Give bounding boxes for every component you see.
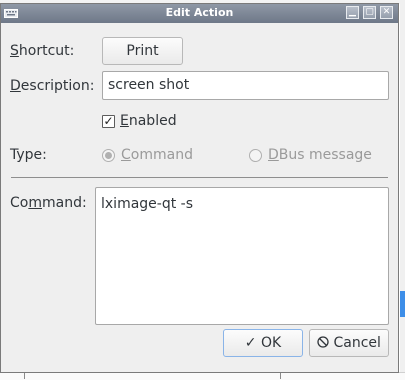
type-label: Type:	[10, 147, 47, 163]
background-window-edge-right	[400, 0, 405, 379]
command-radio-text: ommand	[130, 147, 193, 163]
shortcut-button[interactable]: Print	[102, 37, 183, 65]
description-label-mnemonic: D	[10, 78, 21, 94]
command-label-post: mand:	[41, 195, 87, 211]
enabled-checkbox[interactable]: ✓	[102, 115, 115, 128]
command-label: Command:	[10, 195, 87, 211]
checkmark-icon: ✓	[244, 335, 257, 351]
title-bar[interactable]: Edit Action ▁ ▢ ✕	[1, 4, 398, 23]
ruler-tick	[280, 373, 281, 379]
command-textarea[interactable]: lximage-qt -s	[95, 187, 389, 325]
edit-action-dialog: Edit Action ▁ ▢ ✕ Shortcut: Print Descri…	[0, 3, 399, 373]
background-selection-highlight	[400, 291, 405, 317]
separator	[11, 177, 388, 178]
enabled-label-text: nabled	[128, 113, 177, 129]
cancel-icon	[317, 335, 329, 351]
enabled-label-mnemonic: E	[120, 113, 129, 129]
description-field[interactable]: screen shot	[102, 71, 389, 100]
description-label: Description:	[10, 78, 94, 94]
close-button[interactable]: ✕	[380, 6, 393, 19]
description-label-text: escription:	[20, 78, 95, 94]
ok-button[interactable]: ✓ OK	[223, 329, 303, 357]
minimize-button[interactable]: ▁	[346, 6, 359, 19]
dbus-message-radio-label[interactable]: DBus message	[268, 147, 372, 163]
shortcut-label-text: hortcut:	[18, 43, 75, 59]
ruler-tick	[24, 373, 25, 379]
maximize-button[interactable]: ▢	[363, 6, 376, 19]
cancel-button[interactable]: Cancel	[309, 329, 389, 357]
dbus-message-radio[interactable]	[249, 149, 262, 162]
cancel-button-label: Cancel	[333, 335, 381, 351]
command-radio-label[interactable]: Command	[121, 147, 193, 163]
command-radio[interactable]	[102, 149, 115, 162]
shortcut-label-mnemonic: S	[10, 43, 19, 59]
command-label-pre: Co	[10, 195, 29, 211]
command-label-mnemonic: m	[28, 195, 42, 211]
shortcut-label: Shortcut:	[10, 43, 74, 59]
command-radio-mnemonic: C	[121, 147, 131, 163]
enabled-label[interactable]: Enabled	[120, 113, 177, 129]
dbus-message-radio-mnemonic: D	[268, 147, 279, 163]
ok-button-label: OK	[260, 335, 282, 351]
window-title: Edit Action	[165, 6, 234, 19]
dbus-message-radio-text: Bus message	[278, 147, 372, 163]
